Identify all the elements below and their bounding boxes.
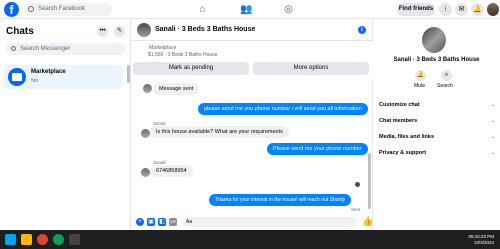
message-bubble: 6746858954 [150,165,193,177]
mark-as-pending-button[interactable]: Mark as pending [133,62,249,75]
taskbar-clock[interactable]: 05:15:22 PM 10/4/2024 [468,234,494,246]
message-bubble: Message sent [153,83,200,95]
conversation-panel: Sanali · 3 Beds 3 Baths House i Marketpl… [131,19,373,230]
conversation-scrollbar[interactable] [368,153,371,209]
facebook-logo[interactable]: f [4,2,19,17]
composer: + ▣ ◧ GIF Aa 👍 [131,214,373,230]
sent-status: Sent [351,207,361,212]
clock-date: 10/4/2024 [473,240,494,245]
seen-avatar [355,182,360,187]
chrome-profile-icon[interactable] [53,234,64,245]
chevron-down-icon[interactable]: ⌄ [491,118,495,124]
file-explorer-icon[interactable] [21,234,32,245]
search-icon[interactable]: ⌕ [441,70,452,81]
conversation-title[interactable]: Sanali · 3 Beds 3 Baths House [155,26,255,33]
listing-banner: Marketplace $1,550 · 3 Beds 3 Baths Hous… [131,42,373,79]
message-bubble: Please send me your phone number [267,143,368,155]
message-input[interactable]: Aa [182,217,357,227]
windows-start-icon[interactable] [5,234,16,245]
chevron-down-icon[interactable]: ⌄ [491,150,495,156]
facebook-search-placeholder: Search Facebook [38,6,86,12]
conversation-header: Sanali · 3 Beds 3 Baths House i [131,19,373,41]
contact-avatar[interactable] [137,23,151,37]
sticker-icon[interactable]: ◧ [158,218,166,226]
windows-taskbar: 05:15:22 PM 10/4/2024 [0,230,500,249]
more-options-button[interactable]: More options [253,62,369,75]
section-chat-members[interactable]: Chat members [379,118,417,124]
new-message-icon[interactable]: ✎ [114,26,125,37]
section-privacy-support[interactable]: Privacy & support [379,150,426,156]
chevron-down-icon[interactable]: ⌄ [491,102,495,108]
message-bubble: Is this house available? What are your r… [150,126,289,138]
chat-item-name: Marketplace [31,69,66,75]
chats-sidebar: Chats ••• ✎ Search Messenger Marketplace… [0,19,131,230]
sender-avatar [141,129,150,138]
section-media-files-links[interactable]: Media, files and links [379,134,434,140]
thumbs-up-icon[interactable]: 👍 [362,217,373,226]
messenger-icon[interactable]: ✉ [455,3,468,16]
marketplace-icon [8,68,26,86]
home-icon[interactable]: ⌂ [197,4,208,15]
gif-icon[interactable]: GIF [169,218,177,226]
messenger-search-input[interactable]: Search Messenger [6,43,125,55]
sender-avatar [143,84,152,93]
sender-avatar [141,168,150,177]
friends-icon[interactable]: 👥 [240,4,252,15]
conversation-avatar [422,27,446,53]
app-icon[interactable] [69,234,80,245]
find-friends-button[interactable]: Find friends [397,3,435,16]
message-bubble: Thanks for your interest in the house! w… [209,194,352,206]
listing-label: Marketplace [149,45,177,51]
listing-price[interactable]: $1,550 · 3 Beds 3 Baths House [148,52,218,58]
chats-title: Chats [6,26,34,37]
chrome-icon[interactable] [37,234,48,245]
chat-item-time: 5m [31,78,38,84]
search-icon [28,6,34,12]
info-panel: Sanali · 3 Beds 3 Baths House 🔔 ⌕ Mute S… [373,19,500,230]
menu-grid-icon[interactable]: ⁝ [439,3,452,16]
top-bar: f Search Facebook ⌂ 👥 ◎ Find friends ⁝ ✉… [0,0,500,19]
sidebar-scrollbar[interactable] [127,65,130,83]
more-options-icon[interactable]: ••• [97,26,108,37]
profile-avatar[interactable] [487,3,499,16]
section-customize-chat[interactable]: Customize chat [379,102,420,108]
chevron-down-icon[interactable]: ⌄ [491,134,495,140]
info-title: Sanali · 3 Beds 3 Baths House [393,57,480,63]
facebook-search[interactable]: Search Facebook [24,3,112,16]
mute-label: Mute [414,83,426,89]
message-bubble: please send me you phone number i will s… [198,103,368,115]
groups-icon[interactable]: ◎ [283,4,294,15]
messenger-search-placeholder: Search Messenger [20,46,71,52]
chat-item-marketplace[interactable]: Marketplace 5m [3,65,123,89]
plus-icon[interactable]: + [136,218,144,226]
image-icon[interactable]: ▣ [147,218,155,226]
notifications-icon[interactable]: 🔔 [471,3,484,16]
info-icon[interactable]: i [358,26,366,34]
search-label: Search [437,83,453,89]
mute-icon[interactable]: 🔔 [415,70,426,81]
search-icon [11,46,16,51]
